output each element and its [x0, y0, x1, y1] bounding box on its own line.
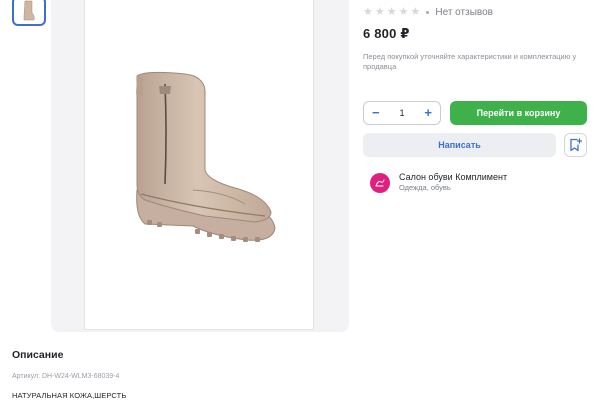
product-sku: Артикул: DH-W24-WLM3-68039-4: [12, 373, 120, 380]
description-text: НАТУРАЛЬНАЯ КОЖА,ШЕРСТЬ: [12, 391, 127, 400]
rating[interactable]: ★ ★ ★ ★ ★ Нет отзывов: [363, 5, 493, 19]
favorite-button[interactable]: [564, 133, 587, 157]
seller-avatar: [370, 172, 390, 193]
separator-dot: [426, 10, 430, 14]
star-icon: ★: [363, 5, 373, 18]
reviews-link[interactable]: Нет отзывов: [435, 7, 493, 18]
seller-category: Одежда, обувь: [399, 183, 451, 192]
star-icon: ★: [398, 5, 409, 18]
boot-thumbnail-icon: [23, 0, 35, 21]
boot-image: [136, 71, 276, 242]
star-icon: ★: [386, 5, 397, 18]
seller-name[interactable]: Салон обуви Комплимент: [399, 172, 507, 183]
bookmark-plus-icon: [570, 138, 582, 152]
description-heading: Описание: [12, 349, 64, 361]
star-icon: ★: [374, 5, 385, 18]
seller-card[interactable]: Салон обуви Комплимент Одежда, обувь: [370, 172, 507, 193]
star-icon: ★: [410, 5, 421, 18]
gallery-thumbnail[interactable]: [12, 0, 46, 26]
quantity-value[interactable]: 1: [399, 108, 404, 118]
product-price: 6 800 ₽: [363, 26, 410, 41]
rating-stars: ★ ★ ★ ★ ★: [363, 6, 420, 18]
quantity-stepper: − 1 +: [363, 101, 441, 125]
purchase-note: Перед покупкой уточняйте характеристики …: [363, 52, 577, 71]
go-to-cart-button[interactable]: Перейти в корзину: [450, 101, 587, 125]
product-photo[interactable]: [84, 0, 314, 330]
write-seller-button[interactable]: Написать: [363, 133, 556, 157]
salon-logo-icon: [375, 179, 385, 186]
decrease-quantity-button[interactable]: −: [372, 106, 380, 119]
increase-quantity-button[interactable]: +: [424, 106, 432, 119]
